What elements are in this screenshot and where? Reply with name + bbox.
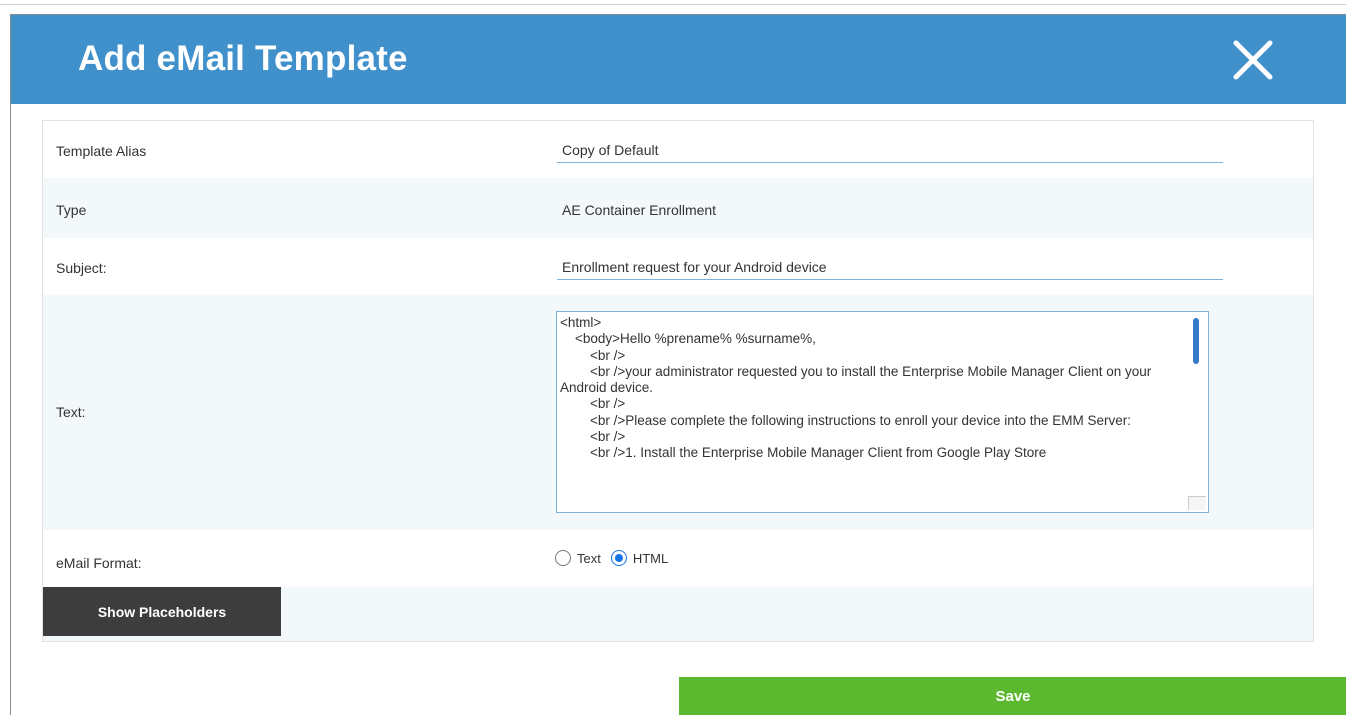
- save-button[interactable]: Save: [679, 677, 1346, 715]
- row-template-alias: Template Alias: [43, 121, 1313, 178]
- row-placeholders: Show Placeholders: [43, 587, 1313, 641]
- top-divider: [0, 4, 1346, 5]
- subject-label: Subject:: [56, 260, 107, 276]
- email-format-label: eMail Format:: [56, 555, 142, 571]
- email-format-radio-group: Text HTML: [555, 548, 678, 568]
- subject-input[interactable]: [557, 254, 1223, 280]
- row-subject: Subject:: [43, 238, 1313, 295]
- text-textarea-content[interactable]: <html> <body>Hello %prename% %surname%, …: [560, 315, 1190, 462]
- dialog-title: Add eMail Template: [78, 39, 408, 78]
- text-textarea[interactable]: <html> <body>Hello %prename% %surname%, …: [556, 311, 1209, 513]
- type-label: Type: [56, 202, 87, 218]
- show-placeholders-button[interactable]: Show Placeholders: [43, 587, 281, 636]
- close-button[interactable]: [1230, 37, 1276, 83]
- format-text-label: Text: [577, 550, 601, 566]
- row-text: Text: <html> <body>Hello %prename% %surn…: [43, 295, 1313, 530]
- textarea-scrollbar[interactable]: [1193, 318, 1199, 364]
- close-x-icon: [1233, 40, 1273, 80]
- textarea-resize-handle[interactable]: [1188, 496, 1206, 510]
- row-email-format: eMail Format: Text HTML: [43, 530, 1313, 587]
- format-text-radio[interactable]: [555, 550, 571, 566]
- template-form: Template Alias Type AE Container Enrollm…: [42, 120, 1314, 642]
- format-html-radio[interactable]: [610, 550, 627, 566]
- type-value: AE Container Enrollment: [562, 202, 717, 218]
- format-html-label: HTML: [632, 550, 669, 566]
- add-email-template-dialog: Add eMail Template Template Alias Type A…: [10, 14, 1346, 715]
- dialog-header: Add eMail Template: [11, 15, 1346, 104]
- text-label: Text:: [56, 404, 86, 420]
- template-alias-input[interactable]: [557, 137, 1223, 163]
- row-type: Type AE Container Enrollment: [43, 178, 1313, 238]
- template-alias-label: Template Alias: [56, 143, 147, 159]
